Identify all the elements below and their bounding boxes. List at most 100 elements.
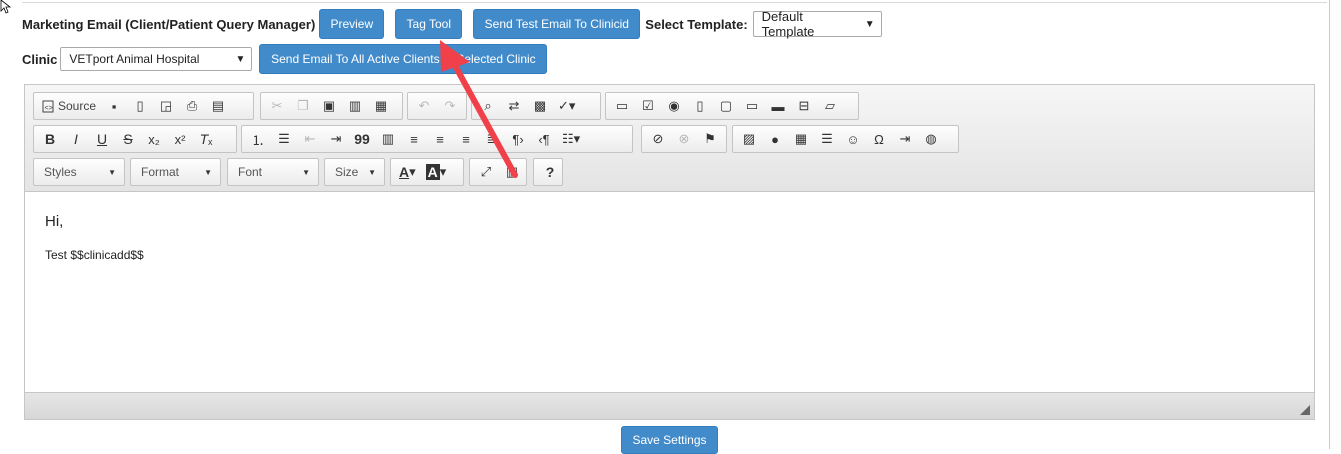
image-icon[interactable]: ▨ (738, 127, 760, 151)
chevron-down-icon: ▼ (368, 167, 376, 177)
maximize-icon[interactable]: ⤢ (475, 160, 497, 184)
image-button-icon[interactable]: ⊟ (793, 94, 815, 118)
preview-button[interactable]: Preview (319, 9, 385, 39)
templates-icon[interactable]: ▤ (207, 94, 229, 118)
scrollbar-track[interactable] (1329, 0, 1341, 449)
size-label: Size (335, 165, 359, 179)
show-blocks-icon[interactable]: ▥ (501, 160, 523, 184)
preview-page-icon[interactable]: ◲ (155, 94, 177, 118)
send-test-email-button[interactable]: Send Test Email To Clinicid (473, 9, 641, 39)
styles-dropdown[interactable]: Styles ▼ (33, 158, 125, 186)
dropdown-caret-icon: ▼ (864, 18, 875, 30)
save-icon[interactable]: ▪ (103, 94, 125, 118)
editor-line-greeting: Hi, (45, 213, 64, 230)
strikethrough-icon[interactable]: S (117, 127, 139, 151)
radio-icon[interactable]: ◉ (663, 94, 685, 118)
toolbar-group-links: ⊘ ⊗ ⚑ (641, 125, 727, 153)
align-left-icon[interactable]: ≡ (403, 127, 425, 151)
mouse-cursor-icon (0, 0, 12, 14)
numbered-list-icon[interactable]: ⒈ (247, 127, 269, 151)
select-field-icon[interactable]: ▭ (741, 94, 763, 118)
toolbar-group-clipboard: ✂ ❐ ▣ ▥ ▦ (260, 92, 403, 120)
font-label: Font (238, 165, 263, 179)
source-label: Source (58, 99, 97, 113)
background-color-icon[interactable]: A ▾ (423, 160, 450, 184)
language-icon[interactable]: ☷▾ (559, 127, 583, 151)
source-button[interactable]: <> Source (39, 94, 99, 118)
link-icon[interactable]: ⊘ (647, 127, 669, 151)
rtl-icon[interactable]: ‹¶ (533, 127, 555, 151)
form-icon[interactable]: ▭ (611, 94, 633, 118)
size-dropdown[interactable]: Size ▼ (324, 158, 385, 186)
rich-text-editor: <> Source ▪ ▯ ◲ ⎙ ▤ ✂ ❐ ▣ ▥ ▦ ↶ ↷ ⌕ ⇄ ▩ … (24, 84, 1315, 420)
find-icon[interactable]: ⌕ (477, 94, 499, 118)
italic-icon[interactable]: I (65, 127, 87, 151)
page-title: Marketing Email (Client/Patient Query Ma… (22, 16, 316, 32)
source-icon: <> (42, 100, 54, 112)
justify-icon[interactable]: ≣ (481, 127, 503, 151)
hidden-field-icon[interactable]: ▱ (819, 94, 841, 118)
horizontal-rule-icon[interactable]: ☰ (816, 127, 838, 151)
checkbox-icon[interactable]: ☑ (637, 94, 659, 118)
replace-icon[interactable]: ⇄ (503, 94, 525, 118)
clinic-label: Clinic (22, 51, 58, 67)
print-icon[interactable]: ⎙ (181, 94, 203, 118)
cut-icon[interactable]: ✂ (266, 94, 288, 118)
format-dropdown[interactable]: Format ▼ (130, 158, 221, 186)
page-break-icon[interactable]: ⇥ (894, 127, 916, 151)
send-all-clients-button[interactable]: Send Email To All Active Clients of Sele… (259, 44, 548, 74)
div-icon[interactable]: ▥ (377, 127, 399, 151)
new-page-icon[interactable]: ▯ (129, 94, 151, 118)
chevron-down-icon: ▼ (204, 167, 212, 177)
toolbar-group-tools: ⤢ ▥ (469, 158, 527, 186)
paste-icon[interactable]: ▣ (318, 94, 340, 118)
indent-icon[interactable]: ⇥ (325, 127, 347, 151)
ltr-icon[interactable]: ¶› (507, 127, 529, 151)
unlink-icon[interactable]: ⊗ (673, 127, 695, 151)
iframe-icon[interactable]: ◍ (920, 127, 942, 151)
align-center-icon[interactable]: ≡ (429, 127, 451, 151)
help-icon[interactable]: ? (539, 160, 561, 184)
subscript-icon[interactable]: x₂ (143, 127, 165, 151)
font-dropdown[interactable]: Font ▼ (227, 158, 319, 186)
spellcheck-icon[interactable]: ✓▾ (555, 94, 578, 118)
paste-text-icon[interactable]: ▥ (344, 94, 366, 118)
underline-icon[interactable]: U (91, 127, 113, 151)
toolbar-group-help: ? (533, 158, 563, 186)
resize-handle-icon[interactable] (1300, 405, 1310, 415)
outdent-icon[interactable]: ⇤ (299, 127, 321, 151)
remove-format-icon[interactable]: Tₓ (195, 127, 217, 151)
flash-icon[interactable]: ● (764, 127, 786, 151)
select-all-icon[interactable]: ▩ (529, 94, 551, 118)
toolbar-group-document: <> Source ▪ ▯ ◲ ⎙ ▤ (33, 92, 254, 120)
textarea-icon[interactable]: ▢ (715, 94, 737, 118)
save-settings-button[interactable]: Save Settings (621, 426, 718, 454)
toolbar-group-paragraph: ⒈ ☰ ⇤ ⇥ 99 ▥ ≡ ≡ ≡ ≣ ¶› ‹¶ ☷▾ (241, 125, 633, 153)
button-field-icon[interactable]: ▬ (767, 94, 789, 118)
anchor-icon[interactable]: ⚑ (699, 127, 721, 151)
editor-content-area[interactable]: Hi, Test $$clinicadd$$ (25, 193, 1314, 393)
text-color-icon[interactable]: A ▾ (396, 160, 419, 184)
bold-icon[interactable]: B (39, 127, 61, 151)
blockquote-icon[interactable]: 99 (351, 127, 373, 151)
bulleted-list-icon[interactable]: ☰ (273, 127, 295, 151)
tag-tool-button[interactable]: Tag Tool (395, 9, 463, 39)
undo-icon[interactable]: ↶ (413, 94, 435, 118)
special-char-icon[interactable]: Ω (868, 127, 890, 151)
toolbar-group-colors: A ▾ A ▾ (390, 158, 464, 186)
editor-line-body: Test $$clinicadd$$ (45, 248, 144, 262)
toolbar-group-undo: ↶ ↷ (407, 92, 467, 120)
editor-toolbar: <> Source ▪ ▯ ◲ ⎙ ▤ ✂ ❐ ▣ ▥ ▦ ↶ ↷ ⌕ ⇄ ▩ … (25, 85, 1314, 192)
textfield-icon[interactable]: ▯ (689, 94, 711, 118)
editor-statusbar (25, 392, 1314, 419)
align-right-icon[interactable]: ≡ (455, 127, 477, 151)
redo-icon[interactable]: ↷ (439, 94, 461, 118)
paste-word-icon[interactable]: ▦ (370, 94, 392, 118)
template-select[interactable]: Default Template ▼ (752, 9, 882, 39)
clinic-select[interactable]: VETport Animal Hospital ▼ (60, 47, 253, 71)
copy-icon[interactable]: ❐ (292, 94, 314, 118)
superscript-icon[interactable]: x² (169, 127, 191, 151)
smiley-icon[interactable]: ☺ (842, 127, 864, 151)
table-icon[interactable]: ▦ (790, 127, 812, 151)
template-select-value: Default Template (761, 9, 815, 39)
